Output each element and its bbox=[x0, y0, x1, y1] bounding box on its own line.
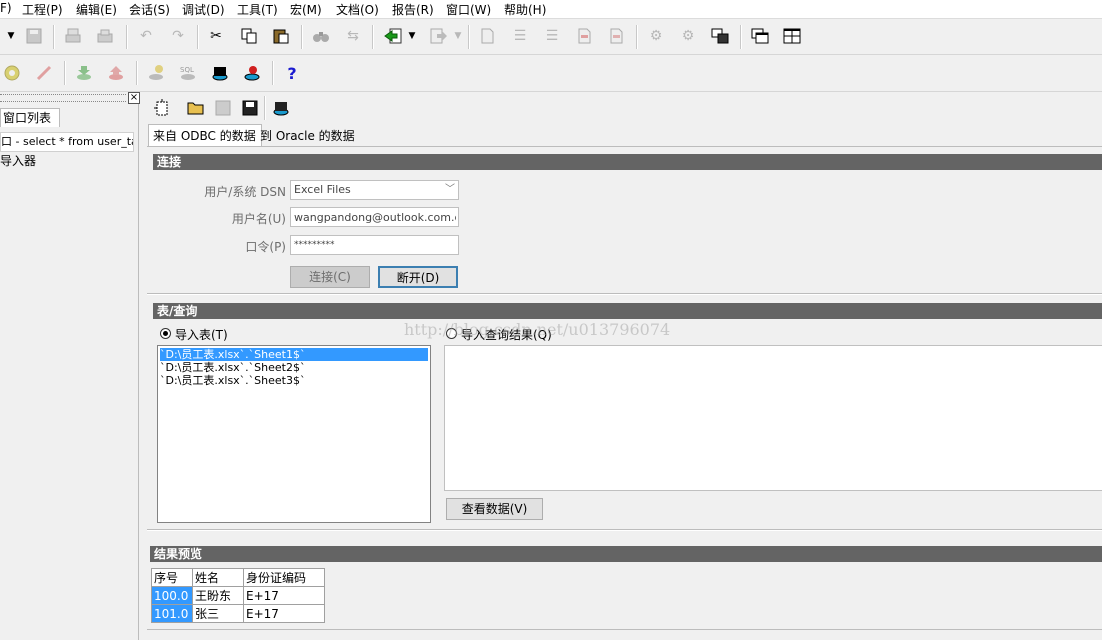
list-item[interactable]: `D:\员工表.xlsx`.`Sheet3$` bbox=[160, 374, 305, 387]
menu-help[interactable]: 帮助(H) bbox=[504, 1, 546, 18]
svg-text:SQL: SQL bbox=[180, 66, 194, 74]
list-item[interactable]: `D:\员工表.xlsx`.`Sheet2$` bbox=[160, 361, 305, 374]
menu-debug[interactable]: 调试(D) bbox=[182, 1, 225, 18]
help-icon[interactable]: ? bbox=[281, 62, 303, 84]
panel-grip[interactable] bbox=[0, 94, 126, 102]
database-icon[interactable] bbox=[209, 62, 231, 84]
save-icon[interactable] bbox=[212, 97, 234, 119]
username-label: 用户名(U) bbox=[231, 212, 286, 226]
connect-button[interactable]: 连接(C) bbox=[290, 266, 370, 288]
dsn-value: Excel Files bbox=[294, 183, 351, 196]
menu-project[interactable]: 工程(P) bbox=[22, 1, 63, 18]
result-preview-header: 结果预览 bbox=[150, 546, 1102, 562]
table-listbox[interactable]: `D:\员工表.xlsx`.`Sheet1$` `D:\员工表.xlsx`.`S… bbox=[157, 345, 431, 523]
find-icon[interactable] bbox=[310, 25, 332, 47]
import-icon[interactable] bbox=[382, 25, 404, 47]
table-row[interactable]: 100.0 王盼东 E+17 bbox=[151, 586, 325, 605]
password-input[interactable]: ********* bbox=[290, 235, 459, 255]
menu-tools[interactable]: 工具(T) bbox=[237, 1, 278, 18]
database-stop-icon[interactable] bbox=[241, 62, 263, 84]
menu-session[interactable]: 会话(S) bbox=[129, 1, 170, 18]
cut-icon[interactable]: ✂ bbox=[205, 25, 227, 47]
dsn-select[interactable]: Excel Files ﹀ bbox=[290, 180, 459, 200]
close-icon[interactable]: × bbox=[128, 92, 140, 104]
copy-icon[interactable] bbox=[238, 25, 260, 47]
menu-file[interactable]: F) bbox=[0, 1, 12, 15]
table-cell[interactable]: 100.0 bbox=[151, 586, 193, 605]
indent-icon[interactable]: ☰ bbox=[509, 25, 531, 47]
menu-macro[interactable]: 宏(M) bbox=[290, 1, 322, 18]
table-header-row: 序号 姓名 身份证编码 bbox=[151, 568, 325, 587]
import-table-label: 导入表(T) bbox=[175, 328, 228, 342]
undo-icon[interactable]: ↶ bbox=[135, 25, 157, 47]
window-list: 口 - select * from user_table 导入器 bbox=[0, 127, 134, 640]
menu-report[interactable]: 报告(R) bbox=[392, 1, 434, 18]
run-script-icon[interactable]: ⚙ bbox=[677, 25, 699, 47]
window-list-tab[interactable]: 窗口列表 bbox=[0, 108, 60, 127]
column-header[interactable]: 序号 bbox=[151, 568, 193, 587]
dropdown-arrow-icon[interactable]: ▼ bbox=[4, 25, 18, 47]
tile-windows-icon[interactable] bbox=[781, 25, 803, 47]
import-table-radio[interactable] bbox=[160, 328, 171, 339]
list-item[interactable]: `D:\员工表.xlsx`.`Sheet1$` bbox=[160, 348, 428, 361]
chevron-down-icon: ﹀ bbox=[445, 184, 455, 195]
table-cell[interactable]: 张三 bbox=[192, 604, 244, 623]
watermark: http://blog.csdn.net/u013796074 bbox=[404, 320, 671, 339]
settings-gear-icon[interactable] bbox=[1, 62, 23, 84]
tab-odbc[interactable]: 来自 ODBC 的数据 bbox=[148, 124, 262, 147]
rollback-icon[interactable] bbox=[105, 62, 127, 84]
table-row[interactable]: 101.0 张三 E+17 bbox=[151, 604, 325, 623]
table-cell[interactable]: E+17 bbox=[243, 604, 325, 623]
open-folder-icon[interactable] bbox=[185, 97, 207, 119]
redo-icon[interactable]: ↷ bbox=[167, 25, 189, 47]
table-cell[interactable]: 王盼东 bbox=[192, 586, 244, 605]
column-header[interactable]: 姓名 bbox=[192, 568, 244, 587]
menu-edit[interactable]: 编辑(E) bbox=[76, 1, 117, 18]
menu-window[interactable]: 窗口(W) bbox=[446, 1, 491, 18]
window-list-item[interactable]: 导入器 bbox=[0, 152, 132, 170]
password-label: 口令(P) bbox=[245, 240, 286, 254]
column-header[interactable]: 身份证编码 bbox=[243, 568, 325, 587]
comment-icon[interactable] bbox=[573, 25, 595, 47]
explain-plan-icon[interactable] bbox=[709, 25, 731, 47]
outdent-icon[interactable]: ☰ bbox=[541, 25, 563, 47]
save-icon[interactable] bbox=[23, 25, 45, 47]
print-icon[interactable] bbox=[62, 25, 84, 47]
dropdown-arrow-icon[interactable]: ▼ bbox=[451, 25, 465, 47]
disconnect-button[interactable]: 断开(D) bbox=[378, 266, 458, 288]
save-as-icon[interactable] bbox=[239, 97, 261, 119]
cascade-windows-icon[interactable] bbox=[749, 25, 771, 47]
result-grid[interactable]: 序号 姓名 身份证编码 100.0 王盼东 E+17 101.0 张三 E+17 bbox=[151, 568, 325, 623]
menu-bar: F) 工程(P) 编辑(E) 会话(S) 调试(D) 工具(T) 宏(M) 文档… bbox=[0, 0, 1102, 19]
export-icon[interactable] bbox=[428, 25, 450, 47]
dsn-label: 用户/系统 DSN bbox=[204, 185, 286, 199]
run-icon[interactable]: ⚙ bbox=[645, 25, 667, 47]
table-cell[interactable]: E+17 bbox=[243, 586, 325, 605]
connection-header: 连接 bbox=[153, 154, 1102, 170]
database-icon[interactable] bbox=[270, 97, 292, 119]
document-icon[interactable] bbox=[476, 25, 498, 47]
main-toolbar: ▼ ↶ ↷ ✂ ⇆ ▼ ▼ ☰ ☰ ⚙ ⚙ bbox=[0, 19, 1102, 55]
menu-document[interactable]: 文档(O) bbox=[336, 1, 379, 18]
replace-icon[interactable]: ⇆ bbox=[342, 25, 364, 47]
commit-icon[interactable] bbox=[73, 62, 95, 84]
username-input[interactable] bbox=[290, 207, 459, 227]
dropdown-arrow-icon[interactable]: ▼ bbox=[405, 25, 419, 47]
database-connect-icon[interactable] bbox=[145, 62, 167, 84]
tab-oracle[interactable]: 到 Oracle 的数据 bbox=[256, 126, 359, 146]
paste-icon[interactable] bbox=[270, 25, 292, 47]
session-toolbar: SQL ? bbox=[0, 55, 1102, 92]
query-textarea[interactable] bbox=[444, 345, 1102, 491]
new-icon[interactable] bbox=[151, 97, 173, 119]
table-cell[interactable]: 101.0 bbox=[151, 604, 193, 623]
view-data-button[interactable]: 查看数据(V) bbox=[446, 498, 543, 520]
window-list-item[interactable]: 口 - select * from user_table bbox=[0, 132, 134, 152]
print-preview-icon[interactable] bbox=[94, 25, 116, 47]
table-query-header: 表/查询 bbox=[153, 303, 1102, 319]
sql-window-icon[interactable]: SQL bbox=[177, 62, 199, 84]
disconnect-plug-icon[interactable] bbox=[33, 62, 55, 84]
uncomment-icon[interactable] bbox=[605, 25, 627, 47]
